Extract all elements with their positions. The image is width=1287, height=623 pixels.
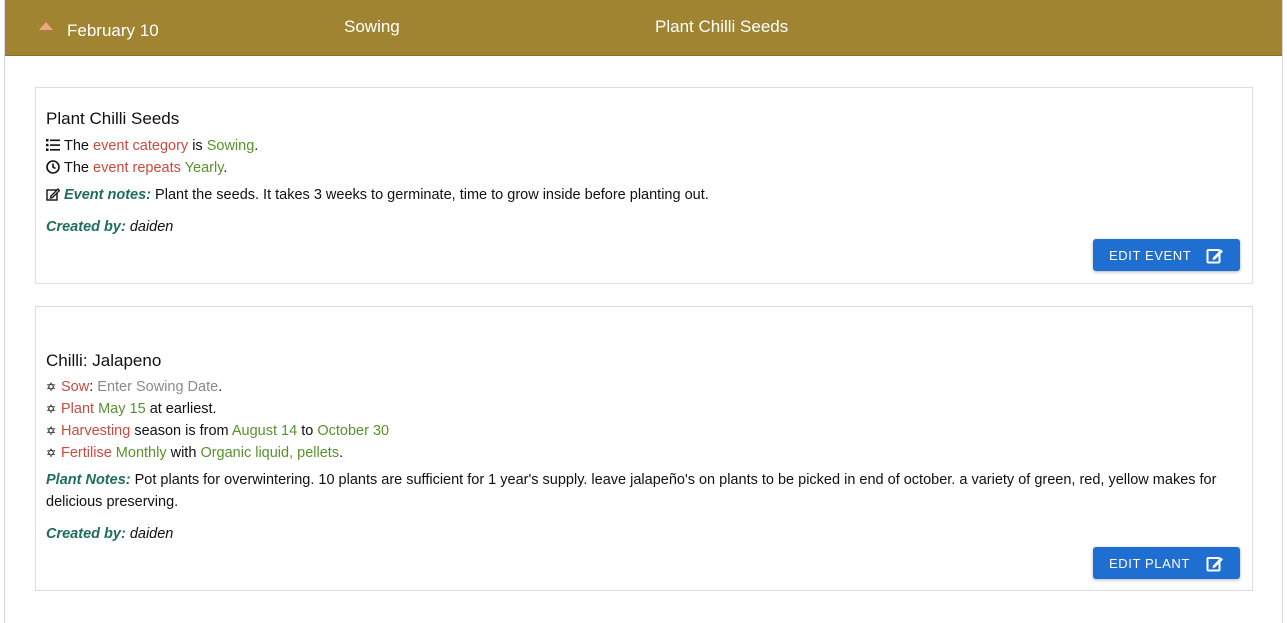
star-of-david-icon: ✡ [46,446,57,460]
event-created-line: Created by: daiden [46,219,173,235]
star-of-david-icon: ✡ [46,380,57,394]
text-period: . [254,138,259,154]
event-repeat-value: Yearly [184,160,224,176]
text-period: . [218,379,223,395]
fertilise-with: with [170,445,197,461]
created-by-label: Created by: [46,219,126,235]
fertilise-label: Fertilise [61,445,112,461]
collapse-caret-icon[interactable] [39,22,53,30]
event-category-field: event category [93,138,189,154]
event-notes-label: Event notes: [64,187,152,203]
created-by-label: Created by: [46,526,126,542]
event-notes-line: Event notes: Plant the seeds. It takes 3… [46,187,709,203]
sow-line: ✡ Sow: Enter Sowing Date. [46,379,222,395]
plant-label: Plant [61,401,95,417]
event-card: Plant Chilli Seeds The event category is… [35,87,1253,284]
plant-notes-text: Pot plants for overwintering. 10 plants … [46,472,1217,510]
edit-icon [1206,557,1223,572]
edit-note-icon [46,188,60,201]
edit-event-button[interactable]: EDIT EVENT [1093,239,1240,271]
edit-plant-label: EDIT PLANT [1109,555,1190,571]
list-icon [46,139,60,151]
sow-label: Sow [61,379,90,395]
plant-notes-label: Plant Notes: [46,472,131,488]
plant-created-line: Created by: daiden [46,526,173,542]
plant-title: Chilli: Jalapeno [46,351,162,370]
plant-line: ✡ Plant May 15 at earliest. [46,401,217,417]
plant-notes: Plant Notes: Pot plants for overwinterin… [46,469,1232,513]
text-period: . [339,445,344,461]
event-repeat-field: event repeats [93,160,181,176]
sow-value: Enter Sowing Date [97,379,219,395]
text-the: The [64,160,89,176]
harvest-from: August 14 [231,423,298,439]
event-category-line: The event category is Sowing. [46,138,258,154]
text-period: . [223,160,228,176]
event-panel: February 10 Sowing Plant Chilli Seeds Pl… [4,0,1283,623]
text-the: The [64,138,89,154]
created-by-user: daiden [129,526,174,542]
harvest-label: Harvesting [61,423,131,439]
harvest-to: October 30 [317,423,390,439]
star-of-david-icon: ✡ [46,402,57,416]
text-is: is [192,138,203,154]
fertilise-frequency: Monthly [115,445,167,461]
fertilise-line: ✡ Fertilise Monthly with Organic liquid, … [46,445,343,461]
edit-plant-button[interactable]: EDIT PLANT [1093,547,1240,579]
clock-icon [46,160,60,174]
header-date: February 10 [67,21,159,40]
harvest-mid: season is from [134,423,229,439]
plant-date: May 15 [98,401,146,417]
harvest-to-word: to [301,423,314,439]
edit-icon [1206,249,1223,264]
fertilise-product: Organic liquid, pellets [200,445,340,461]
created-by-user: daiden [129,219,174,235]
plant-suffix: at earliest. [149,401,217,417]
harvest-line: ✡ Harvesting season is from August 14 to … [46,423,389,439]
header-category: Sowing [344,17,400,36]
event-repeat-line: The event repeats Yearly. [46,160,227,176]
edit-event-label: EDIT EVENT [1109,247,1192,263]
event-notes-text: Plant the seeds. It takes 3 weeks to ger… [155,187,709,203]
header-title: Plant Chilli Seeds [655,17,789,36]
event-header[interactable]: February 10 Sowing Plant Chilli Seeds [5,0,1282,56]
plant-card: Chilli: Jalapeno ✡ Sow: Enter Sowing Date… [35,306,1253,591]
event-category-value: Sowing [206,138,255,154]
star-of-david-icon: ✡ [46,424,57,438]
event-title: Plant Chilli Seeds [46,109,180,128]
text-colon: : [89,379,94,395]
